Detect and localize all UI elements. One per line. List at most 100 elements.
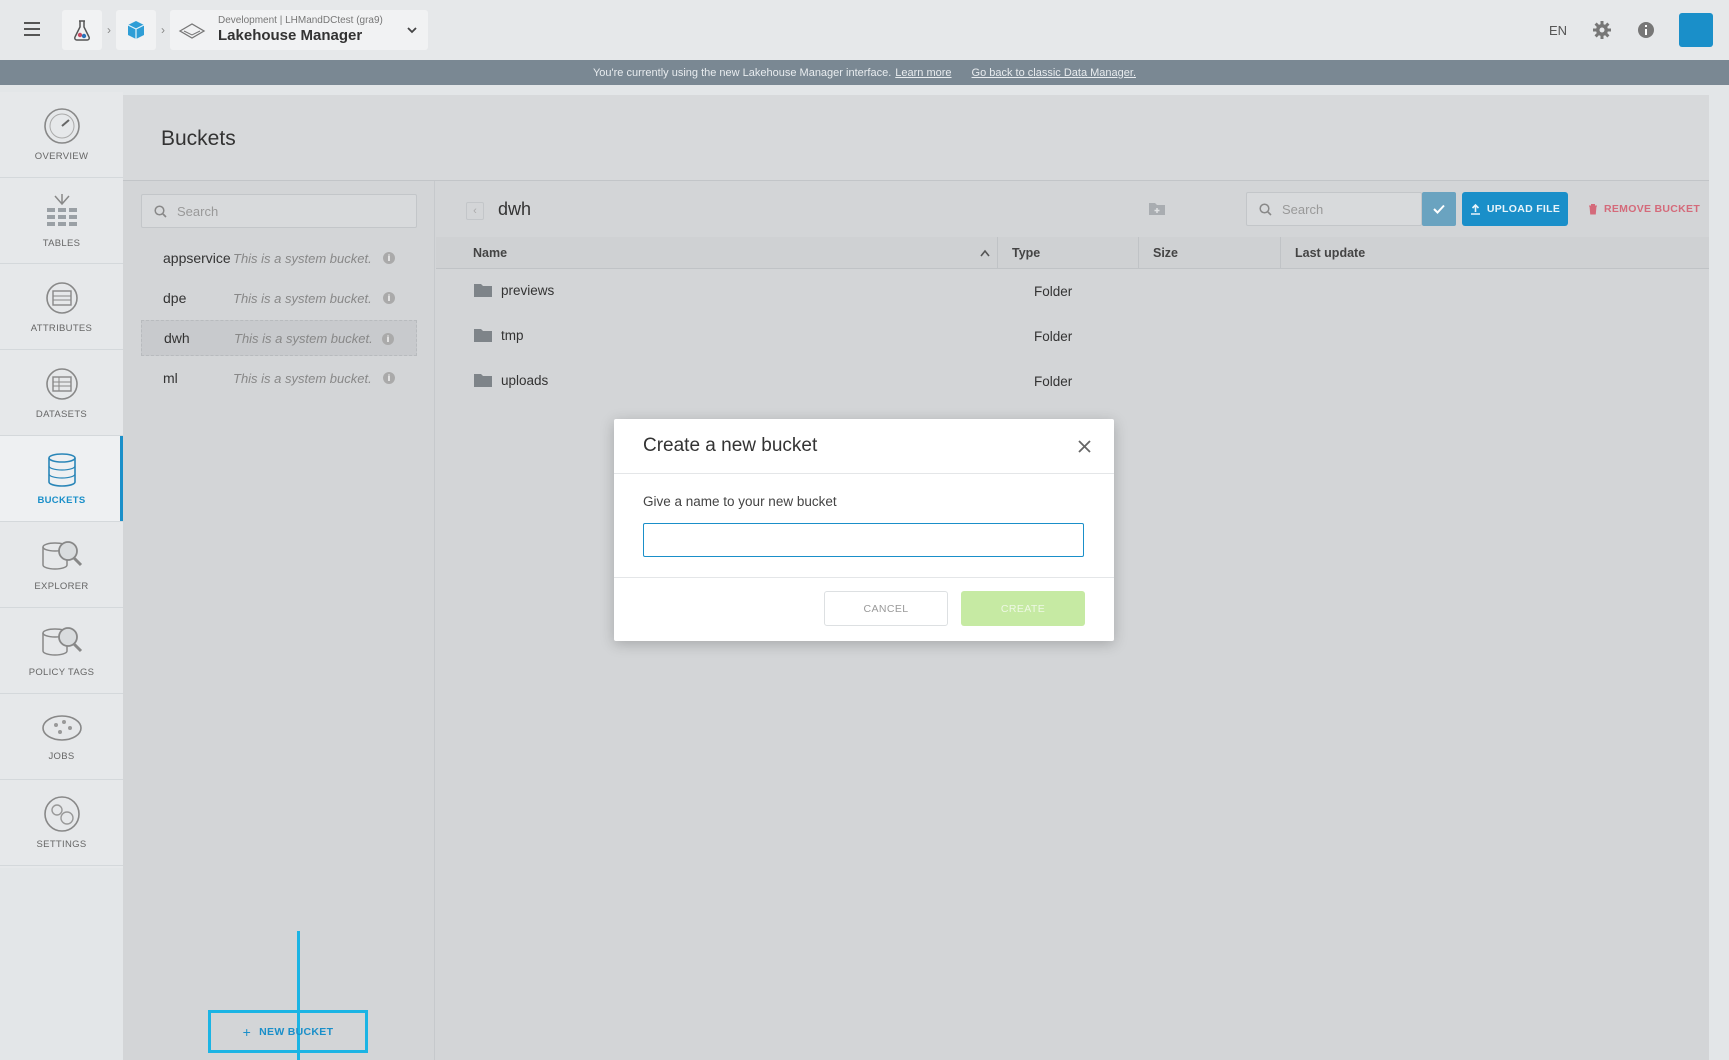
- search-placeholder: Search: [177, 203, 219, 219]
- app-title: Lakehouse Manager: [218, 27, 363, 44]
- table-header: Name Type Size Last update: [436, 237, 1709, 269]
- column-header-size[interactable]: Size: [1138, 237, 1280, 269]
- sidebar-item-label: BUCKETS: [37, 495, 86, 506]
- create-button[interactable]: CREATE: [961, 591, 1085, 626]
- sidebar-item-label: OVERVIEW: [34, 151, 89, 162]
- page-header: Buckets: [123, 95, 1709, 181]
- sidebar-item-explorer[interactable]: EXPLORER: [0, 522, 123, 608]
- sidebar-item-buckets[interactable]: BUCKETS: [0, 436, 123, 522]
- bucket-name: dwh: [164, 330, 190, 346]
- upload-file-label: UPLOAD FILE: [1486, 203, 1561, 215]
- lakehouse-icon: [178, 23, 206, 39]
- sidebar-item-policy-tags[interactable]: POLICY TAGS: [0, 608, 123, 694]
- info-icon[interactable]: i: [383, 292, 395, 304]
- bucket-item-selected[interactable]: dwh This is a system bucket. i: [141, 320, 417, 356]
- table-row[interactable]: previews Folder: [436, 269, 1709, 314]
- sidebar-item-label: TABLES: [42, 238, 81, 249]
- bucket-list-panel: Search appservice This is a system bucke…: [123, 181, 435, 1060]
- gauge-icon: [43, 108, 80, 144]
- upload-file-button[interactable]: UPLOAD FILE: [1462, 192, 1568, 226]
- policy-tags-icon: [41, 627, 82, 656]
- bucket-item[interactable]: dpe This is a system bucket. i: [141, 280, 417, 316]
- add-folder-icon[interactable]: [1148, 201, 1166, 216]
- jobs-icon: [41, 715, 82, 741]
- remove-bucket-button[interactable]: REMOVE BUCKET: [1588, 192, 1700, 226]
- sidebar-item-overview[interactable]: OVERVIEW: [0, 92, 123, 178]
- learn-more-link[interactable]: Learn more: [895, 67, 951, 79]
- bucket-item[interactable]: appservice This is a system bucket. i: [141, 240, 417, 276]
- dialog-footer: CANCEL CREATE: [614, 578, 1114, 640]
- column-header-type[interactable]: Type: [997, 237, 1138, 269]
- info-icon[interactable]: i: [383, 252, 395, 264]
- new-bucket-label: NEW BUCKET: [259, 1025, 334, 1038]
- file-type: Folder: [1034, 284, 1073, 299]
- table-row[interactable]: uploads Folder: [436, 359, 1709, 404]
- explorer-icon: [41, 541, 82, 570]
- bucket-item[interactable]: ml This is a system bucket. i: [141, 360, 417, 396]
- file-name: tmp: [501, 327, 524, 343]
- bucket-name-input[interactable]: [643, 523, 1084, 557]
- page-title: Buckets: [161, 127, 236, 150]
- column-header-name[interactable]: Name: [436, 237, 997, 269]
- info-icon[interactable]: [1635, 19, 1657, 41]
- cube-icon: [127, 21, 145, 39]
- remove-bucket-label: REMOVE BUCKET: [1604, 203, 1701, 215]
- breadcrumb-project[interactable]: [116, 10, 156, 50]
- back-icon[interactable]: ‹: [466, 202, 484, 220]
- bucket-description: This is a system bucket.: [233, 290, 372, 306]
- menu-icon[interactable]: [24, 22, 40, 36]
- bucket-search-input[interactable]: Search: [141, 194, 417, 228]
- attributes-icon: [45, 282, 78, 314]
- flask-icon: [73, 20, 91, 41]
- close-icon[interactable]: [1076, 438, 1092, 454]
- file-search-input[interactable]: Search: [1246, 192, 1422, 226]
- new-bucket-button[interactable]: + NEW BUCKET: [208, 1010, 368, 1053]
- column-header-last-update[interactable]: Last update: [1280, 237, 1709, 269]
- file-type: Folder: [1034, 329, 1073, 344]
- column-label: Name: [473, 246, 508, 260]
- bucket-description: This is a system bucket.: [233, 250, 372, 266]
- checkmark-icon: [1433, 204, 1445, 214]
- sidebar-item-tables[interactable]: TABLES: [0, 178, 123, 264]
- bucket-name: dpe: [163, 290, 187, 306]
- sidebar-item-datasets[interactable]: DATASETS: [0, 350, 123, 436]
- search-icon: [1259, 202, 1272, 216]
- breadcrumb-separator: ›: [107, 23, 111, 37]
- trash-icon: [1588, 203, 1598, 215]
- breadcrumb-subtitle: Development | LHMandDCtest (gra9): [218, 15, 383, 26]
- bucket-name-label: Give a name to your new bucket: [643, 494, 837, 509]
- classic-manager-link[interactable]: Go back to classic Data Manager.: [972, 67, 1136, 79]
- sort-ascending-icon[interactable]: [980, 249, 990, 257]
- file-type: Folder: [1034, 374, 1073, 389]
- gear-icon[interactable]: [1591, 19, 1613, 41]
- search-icon: [154, 204, 167, 218]
- info-icon[interactable]: i: [382, 333, 394, 345]
- column-label: Size: [1153, 246, 1179, 260]
- bucket-name: ml: [163, 370, 178, 386]
- sidebar-item-label: POLICY TAGS: [28, 667, 95, 678]
- avatar[interactable]: [1679, 13, 1713, 47]
- banner-text: You're currently using the new Lakehouse…: [592, 66, 892, 79]
- folder-icon: [473, 282, 493, 298]
- sidebar-item-attributes[interactable]: ATTRIBUTES: [0, 264, 123, 350]
- settings-icon: [43, 796, 80, 832]
- breadcrumb-current[interactable]: Development | LHMandDCtest (gra9) Lakeho…: [170, 10, 428, 50]
- buckets-icon: [47, 453, 76, 487]
- sidebar-item-settings[interactable]: SETTINGS: [0, 780, 123, 866]
- datasets-icon: [45, 368, 78, 400]
- breadcrumb-home[interactable]: [62, 10, 102, 50]
- info-icon[interactable]: i: [383, 372, 395, 384]
- search-placeholder: Search: [1282, 201, 1324, 217]
- table-row[interactable]: tmp Folder: [436, 314, 1709, 359]
- sidebar-item-label: EXPLORER: [34, 581, 89, 592]
- sidebar: OVERVIEW TABLES ATTRIBUTES DATASETS BUCK…: [0, 92, 123, 868]
- chevron-down-icon[interactable]: [406, 24, 418, 36]
- language-selector[interactable]: EN: [1549, 23, 1567, 38]
- top-bar: › › Development | LHMandDCtest (gra9) La…: [0, 0, 1729, 60]
- folder-icon: [473, 372, 493, 388]
- cancel-button[interactable]: CANCEL: [824, 591, 948, 626]
- file-name: previews: [501, 282, 555, 298]
- search-confirm-button[interactable]: [1422, 192, 1456, 226]
- bucket-description: This is a system bucket.: [233, 370, 372, 386]
- sidebar-item-jobs[interactable]: JOBS: [0, 694, 123, 780]
